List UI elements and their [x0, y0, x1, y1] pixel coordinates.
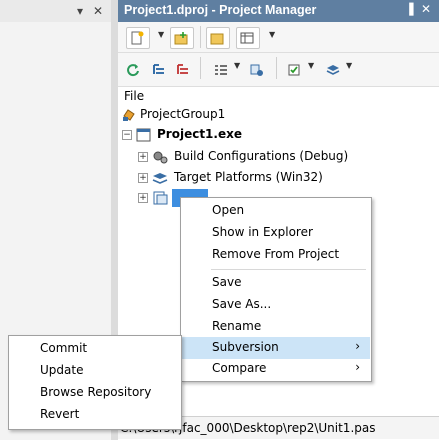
new-item-button[interactable]: [126, 27, 150, 49]
pin-icon[interactable]: ▐: [405, 3, 413, 16]
layers-icon: [326, 65, 340, 75]
menu-item-label: Revert: [40, 407, 80, 421]
menu-item-label: Show in Explorer: [212, 225, 313, 239]
menu-item-remove-from-project[interactable]: Remove From Project: [182, 244, 370, 266]
menu-item-update[interactable]: Update: [10, 360, 180, 382]
context-menu: Open Show in Explorer Remove From Projec…: [180, 197, 372, 382]
menu-item-open[interactable]: Open: [182, 200, 370, 222]
menu-item-label: Rename: [212, 319, 262, 333]
menu-item-commit[interactable]: Commit: [10, 338, 180, 360]
expand-icon[interactable]: +: [138, 193, 148, 203]
layers-icon: [152, 173, 168, 184]
chevron-down-icon[interactable]: ▼: [158, 30, 164, 39]
file-label: File: [124, 89, 145, 103]
menu-item-browse-repository[interactable]: Browse Repository: [10, 382, 180, 404]
folder-add-icon: [174, 32, 188, 45]
collapse-all-button[interactable]: [172, 59, 196, 81]
expand-icon[interactable]: +: [138, 173, 148, 183]
tree-item-target-platforms[interactable]: + Target Platforms (Win32): [138, 169, 428, 187]
collapse-tree-icon: [177, 64, 188, 74]
build-button[interactable]: [284, 59, 308, 81]
chevron-right-icon: ›: [355, 339, 360, 353]
toolbar-top: ▼ ▼: [118, 22, 439, 53]
toolbar-bottom: ▼ ▼ ▼: [118, 53, 439, 87]
menu-item-label: Open: [212, 203, 245, 217]
menu-item-label: Browse Repository: [40, 385, 152, 399]
menu-separator: [211, 269, 366, 270]
refresh-icon: [127, 64, 139, 77]
tree-item-project-group[interactable]: ProjectGroup1: [122, 106, 422, 124]
menu-item-subversion[interactable]: Subversion ›: [182, 337, 370, 359]
new-file-icon: [131, 31, 144, 45]
panel-title: Project1.dproj - Project Manager: [124, 3, 317, 17]
menu-item-label: Remove From Project: [212, 247, 340, 261]
tree-item-build-configurations[interactable]: + Build Configurations (Debug): [138, 148, 428, 166]
build-icon: [288, 64, 300, 76]
tree-item-label: Target Platforms (Win32): [174, 170, 323, 184]
folder-icon: [210, 33, 224, 45]
menu-item-rename[interactable]: Rename: [182, 316, 370, 338]
project-group-icon: [123, 109, 135, 121]
expand-icon[interactable]: +: [138, 152, 148, 162]
deploy-icon: [250, 64, 263, 76]
platform-button[interactable]: [322, 59, 346, 81]
menu-item-label: Subversion: [212, 340, 279, 354]
open-folder-button[interactable]: [206, 27, 230, 49]
collapse-icon[interactable]: −: [122, 130, 132, 140]
menu-item-save[interactable]: Save: [182, 272, 370, 294]
tree-item-label: ProjectGroup1: [140, 107, 226, 121]
deploy-button[interactable]: [246, 59, 270, 81]
chevron-down-icon[interactable]: ▼: [308, 61, 314, 70]
menu-item-label: Commit: [40, 341, 88, 355]
grid-icon: [240, 32, 254, 44]
chevron-down-icon[interactable]: ▼: [269, 30, 275, 39]
close-icon[interactable]: ✕: [93, 4, 103, 18]
gears-icon: [153, 151, 168, 164]
add-to-project-button[interactable]: [170, 27, 194, 49]
tree-item-project[interactable]: − Project1.exe: [122, 126, 422, 144]
project-manager-titlebar: Project1.dproj - Project Manager ▐ ✕: [118, 0, 439, 22]
subversion-submenu: Commit Update Browse Repository Revert: [8, 335, 182, 430]
menu-item-label: Save As...: [212, 297, 272, 311]
expand-tree-icon: [153, 64, 164, 74]
close-icon[interactable]: ✕: [421, 2, 431, 16]
toolbar-separator: [276, 57, 277, 79]
left-panel-titlebar: ▾ ✕: [0, 0, 111, 22]
sort-button[interactable]: [210, 59, 234, 81]
pin-icon[interactable]: ▾: [77, 4, 83, 18]
unit-file-icon: [153, 191, 168, 205]
menu-item-label: Save: [212, 275, 242, 289]
view-button[interactable]: [236, 27, 260, 49]
chevron-down-icon[interactable]: ▼: [346, 61, 352, 70]
toolbar-separator: [200, 26, 201, 48]
tree-item-label: Project1.exe: [157, 127, 242, 141]
menu-item-show-in-explorer[interactable]: Show in Explorer: [182, 222, 370, 244]
menu-item-save-as[interactable]: Save As...: [182, 294, 370, 316]
menu-item-label: Update: [40, 363, 84, 377]
toolbar-separator: [200, 57, 201, 79]
chevron-right-icon: ›: [355, 360, 360, 374]
refresh-button[interactable]: [122, 59, 146, 81]
exe-icon: [136, 128, 151, 142]
expand-all-button[interactable]: [148, 59, 172, 81]
menu-item-compare[interactable]: Compare ›: [182, 358, 370, 380]
menu-item-revert[interactable]: Revert: [10, 404, 180, 426]
chevron-down-icon[interactable]: ▼: [234, 61, 240, 70]
menu-item-label: Compare: [212, 361, 267, 375]
list-icon: [215, 65, 227, 75]
tree-item-label: Build Configurations (Debug): [174, 149, 349, 163]
